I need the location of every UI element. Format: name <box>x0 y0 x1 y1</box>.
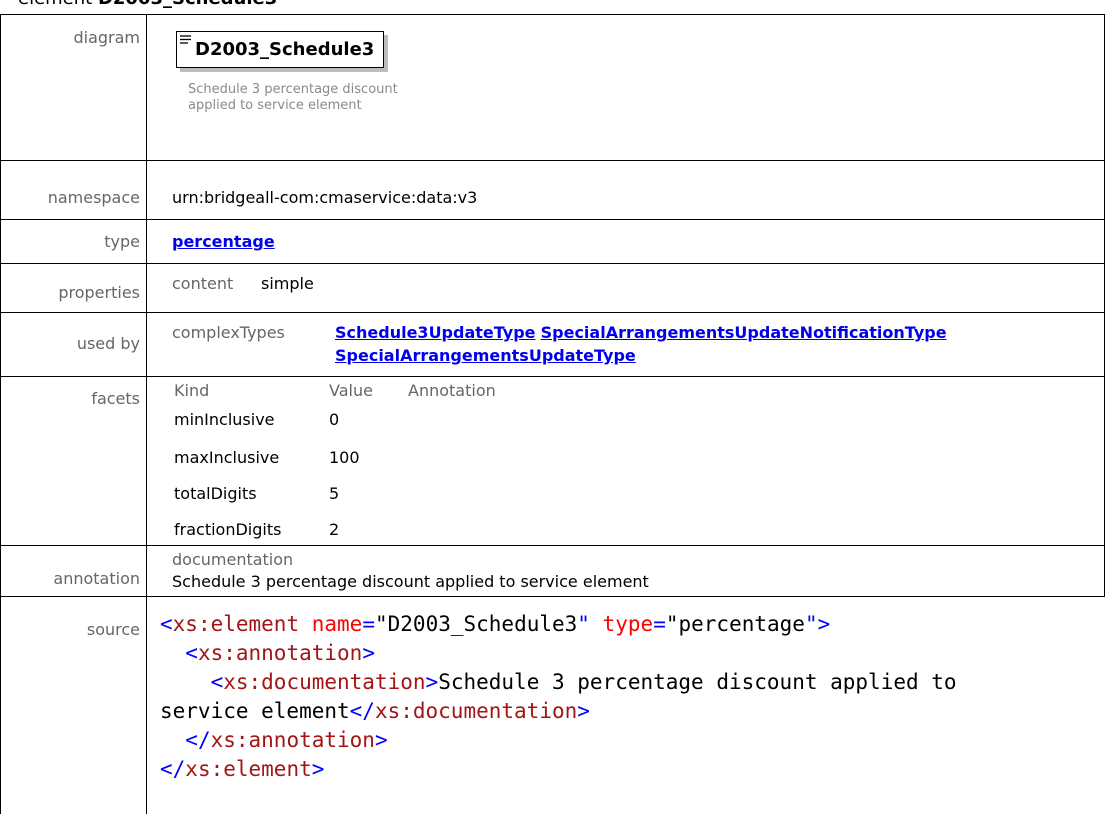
facet-kind: totalDigits <box>174 484 257 503</box>
row-label-type: type <box>104 232 140 251</box>
facet-kind: maxInclusive <box>174 448 280 467</box>
row-label-used-by: used by <box>76 334 140 353</box>
used-by-links-line1: Schedule3UpdateType SpecialArrangementsU… <box>335 323 947 342</box>
facet-kind: fractionDigits <box>174 520 282 539</box>
row-divider <box>0 545 1105 546</box>
heading-element-name: D2003_Schedule3 <box>98 0 277 9</box>
row-label-namespace: namespace <box>47 188 140 207</box>
used-by-link[interactable]: SpecialArrangementsUpdateType <box>335 346 636 365</box>
facet-value: 100 <box>329 448 360 467</box>
facets-header-value: Value <box>329 381 373 400</box>
row-divider <box>0 376 1105 377</box>
used-by-link[interactable]: SpecialArrangementsUpdateNotificationTyp… <box>541 323 947 342</box>
properties-key: content <box>172 274 234 293</box>
diagram-element-name: D2003_Schedule3 <box>195 39 375 60</box>
row-divider <box>0 263 1105 264</box>
heading-prefix: element <box>18 0 98 9</box>
facet-value: 5 <box>329 484 340 503</box>
facets-header-kind: Kind <box>174 381 210 400</box>
table-top-border <box>0 14 1105 15</box>
annotation-value: Schedule 3 percentage discount applied t… <box>172 572 649 591</box>
source-code: <xs:element name="D2003_Schedule3" type=… <box>160 612 957 781</box>
table-column-divider <box>146 14 147 814</box>
row-label-diagram: diagram <box>73 28 140 47</box>
properties-value: simple <box>261 274 314 293</box>
facets-header-annotation: Annotation <box>408 381 496 400</box>
diagram-element-box[interactable]: D2003_Schedule3 <box>176 31 384 68</box>
used-by-link[interactable]: Schedule3UpdateType <box>335 323 536 342</box>
used-by-key: complexTypes <box>172 323 285 342</box>
facet-value: 2 <box>329 520 340 539</box>
row-divider <box>0 596 1105 597</box>
row-divider <box>0 219 1105 220</box>
used-by-links-line2: SpecialArrangementsUpdateType <box>335 346 636 365</box>
facet-value: 0 <box>329 410 340 429</box>
page-heading: element D2003_Schedule3 <box>18 0 277 9</box>
row-label-annotation: annotation <box>53 569 140 588</box>
row-divider <box>0 312 1105 313</box>
table-left-border <box>0 14 1 814</box>
type-link[interactable]: percentage <box>172 232 275 251</box>
row-label-source: source <box>86 620 140 639</box>
row-label-facets: facets <box>91 389 140 408</box>
diagram-note: Schedule 3 percentage discount applied t… <box>188 82 398 113</box>
annotation-key: documentation <box>172 550 294 569</box>
row-label-properties: properties <box>58 283 140 302</box>
row-divider <box>0 160 1105 161</box>
type-cell: percentage <box>172 232 275 251</box>
documentation-icon <box>180 35 191 44</box>
facet-kind: minInclusive <box>174 410 275 429</box>
namespace-value: urn:bridgeall-com:cmaservice:data:v3 <box>172 188 478 207</box>
